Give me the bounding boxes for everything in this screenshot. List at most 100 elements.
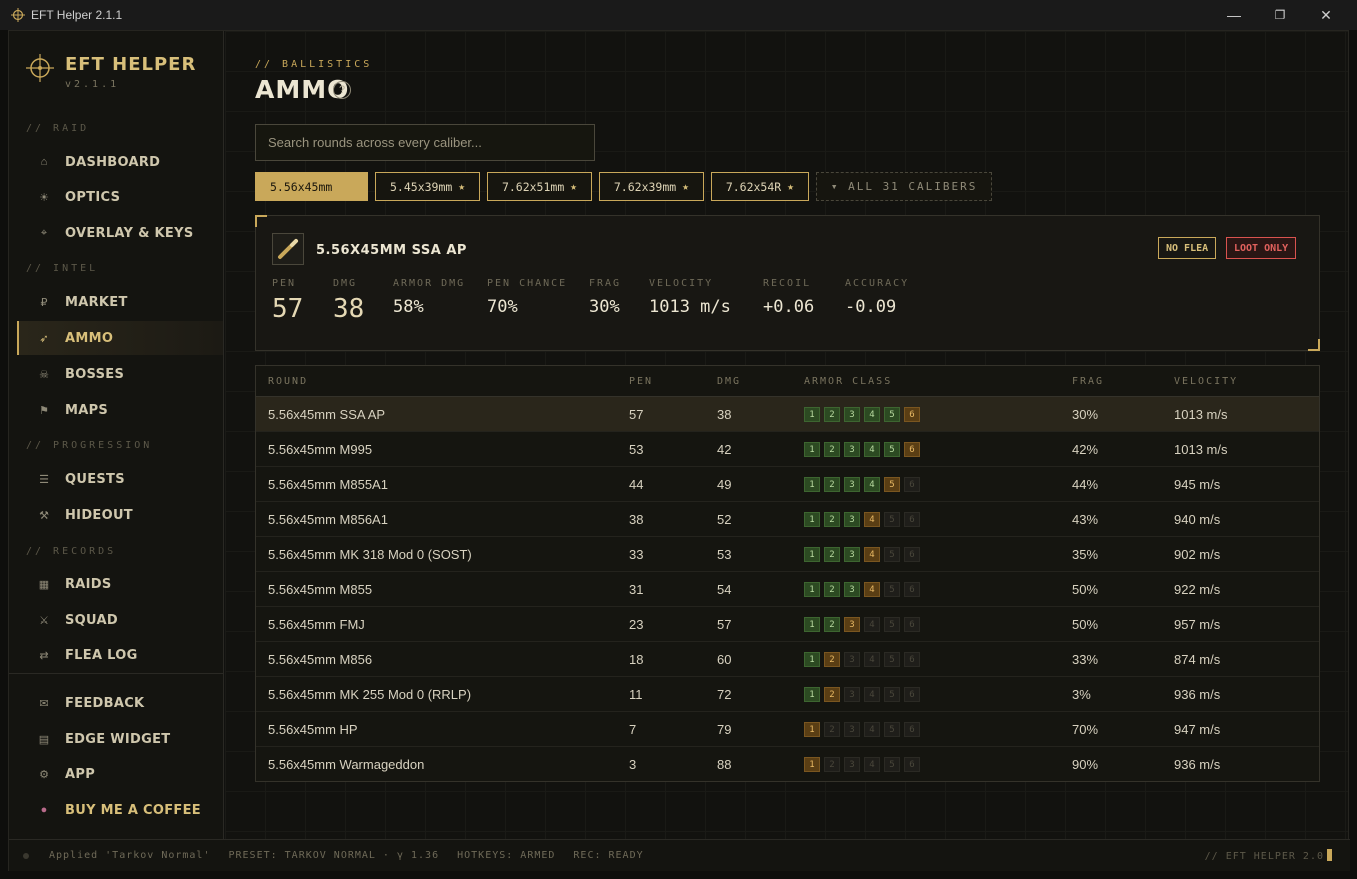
all-calibers-dropdown[interactable]: ▾ ALL 31 CALIBERS bbox=[815, 172, 993, 201]
sidebar-item-raids[interactable]: ▦ RAIDS bbox=[17, 567, 223, 601]
sidebar-item-dashboard[interactable]: ⌂ DASHBOARD bbox=[17, 145, 223, 179]
column-header-armor-class[interactable]: ARMOR CLASS bbox=[804, 376, 892, 387]
sidebar-item-buy-me-a-coffee[interactable]: ● BUY ME A COFFEE bbox=[17, 793, 223, 827]
dmg-cell: 52 bbox=[717, 512, 732, 527]
search-input[interactable] bbox=[255, 124, 595, 161]
close-button[interactable]: ✕ bbox=[1303, 0, 1349, 30]
armor-class-badge: 5 bbox=[884, 477, 900, 492]
help-icon[interactable]: ? bbox=[333, 81, 351, 99]
stat-label: FRAG bbox=[589, 278, 622, 289]
sidebar-item-market[interactable]: ₽ MARKET bbox=[17, 285, 223, 319]
caliber-chip-5-45x39mm[interactable]: 5.45x39mm ★ bbox=[375, 172, 480, 201]
caliber-filter: 5.56x45mm 5.45x39mm ★ 7.62x51mm ★ 7.62x39m… bbox=[255, 172, 993, 201]
caliber-chip-5-56x45mm[interactable]: 5.56x45mm bbox=[255, 172, 368, 201]
frag-cell: 42% bbox=[1072, 442, 1099, 457]
mail-icon: ✉ bbox=[39, 697, 49, 710]
pen-cell: 3 bbox=[629, 757, 637, 772]
dmg-cell: 54 bbox=[717, 582, 732, 597]
pen-cell: 53 bbox=[629, 442, 644, 457]
close-icon: ✕ bbox=[1320, 6, 1332, 23]
armor-class-badge: 2 bbox=[824, 407, 840, 422]
frag-cell: 50% bbox=[1072, 582, 1099, 597]
column-header-velocity[interactable]: VELOCITY bbox=[1174, 376, 1238, 387]
status-dot-icon bbox=[23, 852, 29, 859]
table-row[interactable]: 5.56x45mm M855A1 44 49 44% 945 m/s 1 2 3 4 5 6 bbox=[256, 467, 1319, 502]
armor-class-badge: 3 bbox=[844, 652, 860, 667]
column-header-round[interactable]: ROUND bbox=[268, 376, 308, 387]
sidebar-item-overlay-keys[interactable]: ⌖ OVERLAY & KEYS bbox=[17, 216, 223, 250]
restore-button[interactable]: ❐ bbox=[1257, 0, 1303, 30]
star-icon[interactable]: ★ bbox=[787, 180, 794, 193]
armor-class-badge: 4 bbox=[864, 477, 880, 492]
caliber-chip-label: 7.62x51mm bbox=[501, 179, 565, 194]
pen-cell: 44 bbox=[629, 477, 644, 492]
table-row[interactable]: 5.56x45mm SSA AP 57 38 30% 1013 m/s 1 2 3 4 5 6 bbox=[256, 397, 1319, 432]
round-cell: 5.56x45mm FMJ bbox=[268, 617, 365, 632]
star-icon[interactable]: ★ bbox=[458, 180, 465, 193]
table-row[interactable]: 5.56x45mm M995 53 42 42% 1013 m/s 1 2 3 4 5 6 bbox=[256, 432, 1319, 467]
sidebar-item-squad[interactable]: ⚔ SQUAD bbox=[17, 603, 223, 637]
status-bar: Applied 'Tarkov Normal' PRESET: TARKOV N… bbox=[9, 839, 1350, 871]
section-label-raid: // RAID bbox=[26, 123, 90, 134]
column-header-pen[interactable]: PEN bbox=[629, 376, 653, 387]
table-row[interactable]: 5.56x45mm M855 31 54 50% 922 m/s 1 2 3 4 5 6 bbox=[256, 572, 1319, 607]
armor-class-badge: 3 bbox=[844, 477, 860, 492]
stat-label: DMG bbox=[333, 278, 358, 289]
frag-cell: 43% bbox=[1072, 512, 1099, 527]
frag-cell: 90% bbox=[1072, 757, 1099, 772]
table-row[interactable]: 5.56x45mm HP 7 79 70% 947 m/s 1 2 3 4 5 6 bbox=[256, 712, 1319, 747]
stat-velocity: VELOCITY 1013 m/s bbox=[649, 278, 731, 317]
pen-cell: 23 bbox=[629, 617, 644, 632]
pen-cell: 38 bbox=[629, 512, 644, 527]
dmg-cell: 49 bbox=[717, 477, 732, 492]
sidebar-item-hideout[interactable]: ⚒ HIDEOUT bbox=[17, 498, 223, 532]
dmg-cell: 88 bbox=[717, 757, 732, 772]
caliber-chip-7-62x51mm[interactable]: 7.62x51mm ★ bbox=[486, 172, 592, 201]
sidebar-item-ammo[interactable]: ➶ AMMO bbox=[17, 321, 223, 355]
caliber-chip-7-62x54r[interactable]: 7.62x54R ★ bbox=[710, 172, 809, 201]
sidebar-item-app[interactable]: ⚙ APP bbox=[17, 757, 223, 791]
pen-cell: 18 bbox=[629, 652, 644, 667]
star-icon[interactable]: ★ bbox=[682, 180, 689, 193]
main-content: // BALLISTICS AMMO ? 5.56x45mm 5.45x39mm… bbox=[225, 31, 1348, 839]
sidebar-item-flea-log[interactable]: ⇄ FLEA LOG bbox=[17, 638, 223, 672]
armor-class-badge: 5 bbox=[884, 652, 900, 667]
table-row[interactable]: 5.56x45mm FMJ 23 57 50% 957 m/s 1 2 3 4 5 6 bbox=[256, 607, 1319, 642]
caliber-chip-7-62x39mm[interactable]: 7.62x39mm ★ bbox=[598, 172, 704, 201]
coffee-icon: ● bbox=[40, 804, 48, 816]
restore-icon: ❐ bbox=[1274, 8, 1286, 22]
armor-class-badge: 1 bbox=[804, 617, 820, 632]
sidebar-item-label: FLEA LOG bbox=[65, 647, 138, 663]
table-row[interactable]: 5.56x45mm MK 318 Mod 0 (SOST) 33 53 35% 902 … bbox=[256, 537, 1319, 572]
all-calibers-label: ▾ ALL 31 CALIBERS bbox=[830, 180, 978, 193]
pen-cell: 33 bbox=[629, 547, 644, 562]
armor-class-badge: 2 bbox=[824, 442, 840, 457]
pen-cell: 7 bbox=[629, 722, 637, 737]
frag-cell: 30% bbox=[1072, 407, 1099, 422]
table-row[interactable]: 5.56x45mm M856 18 60 33% 874 m/s 1 2 3 4 5 6 bbox=[256, 642, 1319, 677]
armor-class-badge: 4 bbox=[864, 687, 880, 702]
star-icon[interactable]: ★ bbox=[570, 180, 577, 193]
table-row[interactable]: 5.56x45mm Warmageddon 3 88 90% 936 m/s 1 2 3 4 5 6 bbox=[256, 747, 1319, 782]
round-cell: 5.56x45mm M995 bbox=[268, 442, 373, 457]
sidebar-item-feedback[interactable]: ✉ FEEDBACK bbox=[17, 686, 223, 720]
sidebar-item-quests[interactable]: ☰ QUESTS bbox=[17, 462, 223, 496]
sidebar-item-edge-widget[interactable]: ▤ EDGE WIDGET bbox=[17, 722, 223, 756]
table-row[interactable]: 5.56x45mm MK 255 Mod 0 (RRLP) 11 72 3% 936 m… bbox=[256, 677, 1319, 712]
sidebar-item-optics[interactable]: ☀ OPTICS bbox=[17, 180, 223, 214]
table-row[interactable]: 5.56x45mm M856A1 38 52 43% 940 m/s 1 2 3 4 5 6 bbox=[256, 502, 1319, 537]
armor-class-badge: 6 bbox=[904, 582, 920, 597]
stat-value: -0.09 bbox=[845, 297, 897, 317]
sidebar: EFT HELPER v2.1.1 // RAID ⌂ DASHBOARD ☀ OP… bbox=[9, 31, 224, 839]
column-header-dmg[interactable]: DMG bbox=[717, 376, 741, 387]
minimize-button[interactable]: — bbox=[1211, 0, 1257, 30]
brand-name: EFT HELPER bbox=[65, 54, 197, 75]
column-header-frag[interactable]: FRAG bbox=[1072, 376, 1104, 387]
widget-icon: ▤ bbox=[38, 733, 50, 746]
sidebar-item-bosses[interactable]: ☠ BOSSES bbox=[17, 357, 223, 391]
armor-class-badge: 6 bbox=[904, 652, 920, 667]
armor-class-badge: 5 bbox=[884, 442, 900, 457]
velocity-cell: 945 m/s bbox=[1174, 477, 1221, 492]
sidebar-item-maps[interactable]: ⚑ MAPS bbox=[17, 393, 223, 427]
round-cell: 5.56x45mm M856 bbox=[268, 652, 373, 667]
